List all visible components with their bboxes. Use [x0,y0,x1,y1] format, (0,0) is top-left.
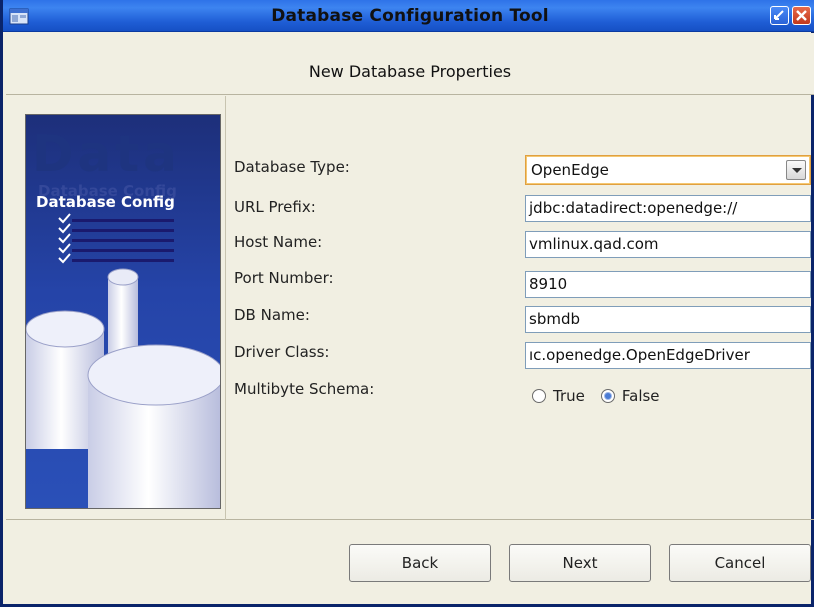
port-number-field[interactable]: 8910 [525,271,811,298]
dialog-content: Data Database Config Database Config Dat… [6,96,814,520]
multibyte-schema-radio-group: True False [532,385,676,407]
minimize-icon [774,10,784,20]
driver-class-field[interactable]: ıc.openedge.OpenEdgeDriver [525,342,811,369]
panel-divider [225,96,226,520]
multibyte-false-radio[interactable] [600,389,615,403]
minimize-button[interactable] [770,6,789,25]
banner-caption: Database Config [36,193,175,211]
driver-class-label: Driver Class: [234,343,330,361]
next-button[interactable]: Next [509,544,651,582]
dialog-header: New Database Properties [6,33,814,95]
close-icon [796,10,807,21]
window-title: Database Configuration Tool [271,6,549,26]
checklist-icon [58,213,174,264]
db-name-field[interactable]: sbmdb [525,306,811,333]
multibyte-false-label[interactable]: False [622,387,660,405]
host-name-label: Host Name: [234,233,323,251]
multibyte-true-label[interactable]: True [553,387,585,405]
banner-big-text: Data [32,125,181,183]
dialog-footer: Back Next Cancel [6,521,814,604]
url-prefix-label: URL Prefix: [234,198,316,216]
multibyte-schema-label: Multibyte Schema: [234,380,375,398]
database-cylinders-icon [26,268,220,508]
page-title: New Database Properties [308,62,512,81]
host-name-field[interactable]: vmlinux.qad.com [525,231,811,258]
database-type-select[interactable]: OpenEdge [525,155,811,185]
database-type-label: Database Type: [234,158,350,176]
database-type-value: OpenEdge [531,161,609,179]
banner-artwork: Data Database Config Database Config [26,125,220,508]
chevron-down-icon[interactable] [786,160,806,180]
dialog-window: Database Configuration Tool New Database… [0,0,814,607]
close-button[interactable] [792,6,811,25]
title-bar[interactable]: Database Configuration Tool [3,0,814,32]
database-config-banner-image: Data Database Config Database Config [25,114,221,509]
db-name-label: DB Name: [234,306,310,324]
back-button[interactable]: Back [349,544,491,582]
url-prefix-field[interactable]: jdbc:datadirect:openedge:// [525,195,811,222]
multibyte-true-radio[interactable] [532,389,546,403]
port-number-label: Port Number: [234,269,334,287]
cancel-button[interactable]: Cancel [669,544,811,582]
